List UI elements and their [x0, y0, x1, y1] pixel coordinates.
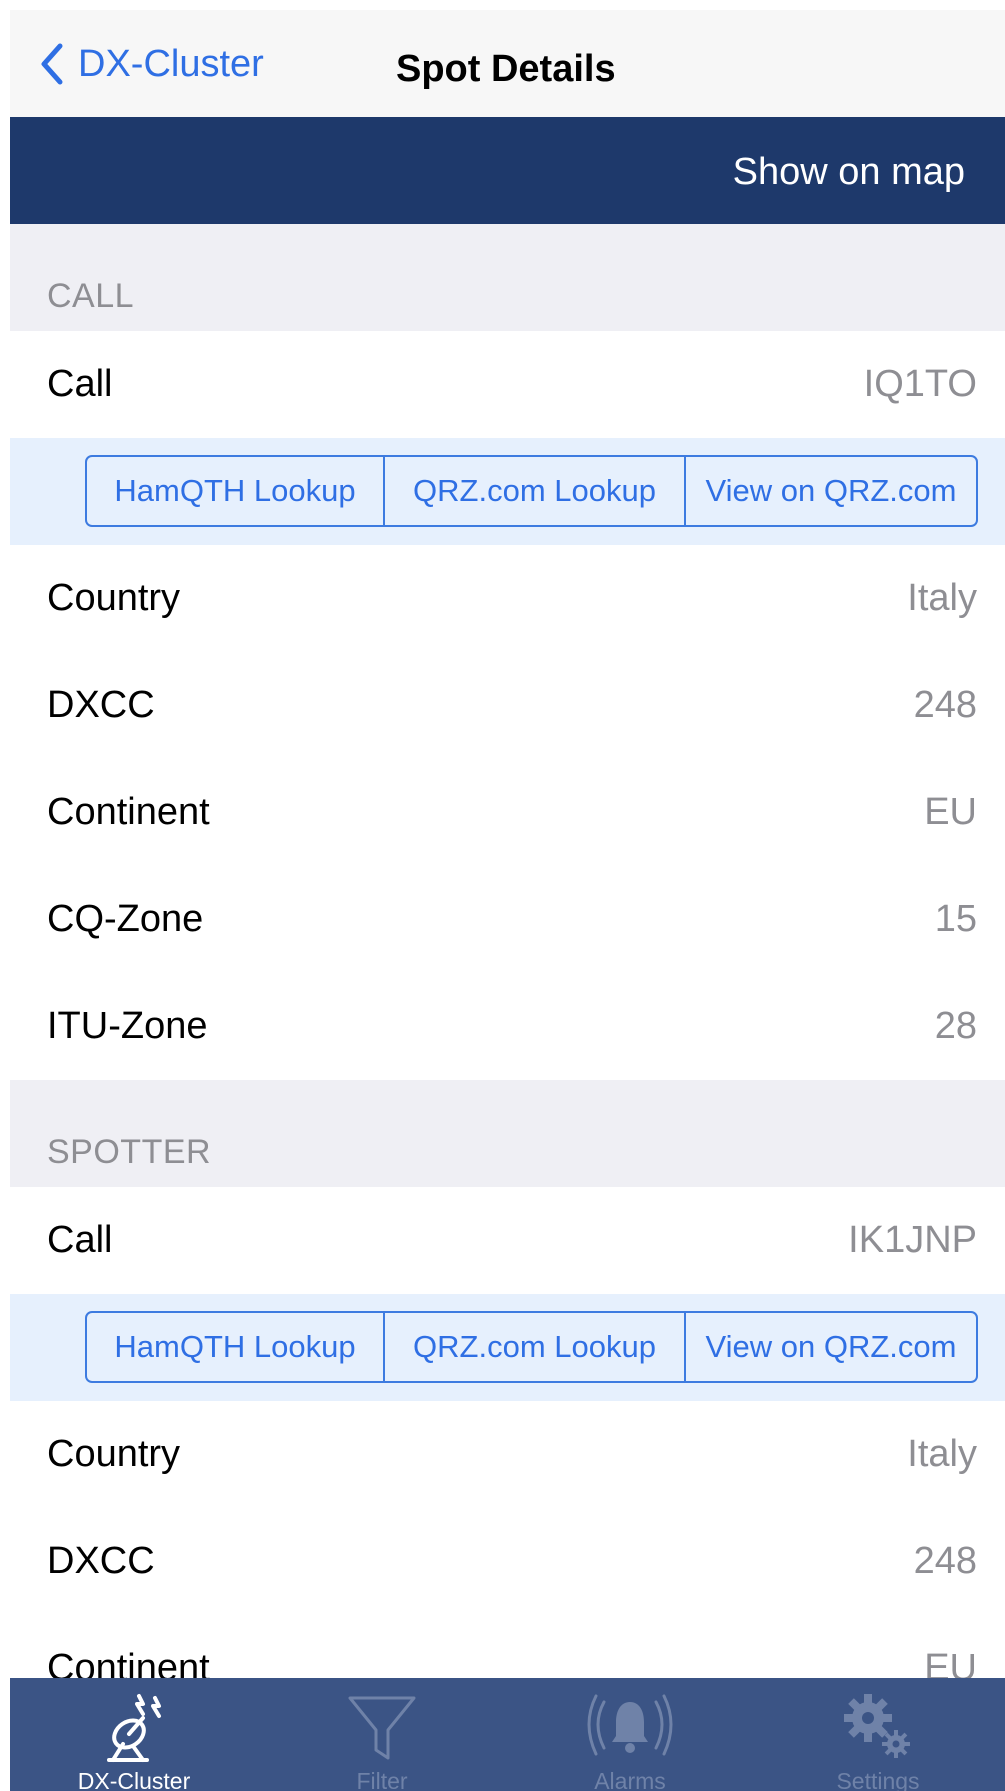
call-row: Call IQ1TO — [10, 331, 1005, 438]
row-value: 15 — [934, 898, 977, 940]
lookup-segmented-control: HamQTH Lookup QRZ.com Lookup View on QRZ… — [85, 455, 978, 527]
country-row: Country Italy — [10, 545, 1005, 652]
back-button[interactable]: DX-Cluster — [38, 42, 264, 86]
row-value: 248 — [913, 684, 977, 726]
section-header-label: CALL — [47, 277, 135, 315]
tab-alarms[interactable]: Alarms — [506, 1678, 754, 1791]
tab-settings[interactable]: Settings — [754, 1678, 1002, 1791]
row-value: Italy — [907, 577, 977, 619]
app-frame: DX-Cluster Spot Details Show on map CALL… — [10, 10, 1005, 1791]
row-value: 248 — [913, 1540, 977, 1582]
qrz-lookup-button[interactable]: QRZ.com Lookup — [383, 457, 684, 525]
section-header-label: SPOTTER — [47, 1133, 212, 1171]
row-label: DXCC — [47, 684, 155, 726]
tab-label: Filter — [356, 1768, 408, 1791]
tab-filter[interactable]: Filter — [258, 1678, 506, 1791]
alarm-bell-icon — [587, 1694, 673, 1756]
chevron-left-icon — [41, 43, 63, 85]
section-header-spotter: SPOTTER — [10, 1080, 1005, 1187]
hamqth-lookup-button[interactable]: HamQTH Lookup — [87, 457, 383, 525]
show-on-map-bar: Show on map — [10, 117, 1005, 224]
back-button-label: DX-Cluster — [78, 42, 264, 85]
navigation-bar: DX-Cluster Spot Details — [10, 10, 1005, 117]
tab-label: Settings — [836, 1768, 920, 1791]
tab-bar: DX-Cluster Filter Alarms Settings — [10, 1678, 1005, 1791]
gears-icon — [844, 1694, 910, 1758]
row-value: IQ1TO — [863, 363, 977, 405]
row-value: EU — [924, 791, 977, 833]
continent-row: Continent EU — [10, 759, 1005, 866]
spotter-call-row: Call IK1JNP — [10, 1187, 1005, 1294]
spotter-lookup-row: HamQTH Lookup QRZ.com Lookup View on QRZ… — [10, 1294, 1005, 1401]
filter-icon — [348, 1696, 416, 1760]
row-value: IK1JNP — [848, 1219, 977, 1261]
spotter-country-row: Country Italy — [10, 1401, 1005, 1508]
cq-zone-row: CQ-Zone 15 — [10, 866, 1005, 973]
tab-label: Alarms — [594, 1768, 666, 1791]
hamqth-lookup-button[interactable]: HamQTH Lookup — [87, 1313, 383, 1381]
tab-dx-cluster[interactable]: DX-Cluster — [10, 1678, 258, 1791]
call-lookup-row: HamQTH Lookup QRZ.com Lookup View on QRZ… — [10, 438, 1005, 545]
tab-label: DX-Cluster — [77, 1768, 191, 1791]
view-on-qrz-button[interactable]: View on QRZ.com — [684, 1313, 976, 1381]
show-on-map-button[interactable]: Show on map — [733, 151, 965, 194]
lookup-segmented-control: HamQTH Lookup QRZ.com Lookup View on QRZ… — [85, 1311, 978, 1383]
section-header-call: CALL — [10, 224, 1005, 331]
qrz-lookup-button[interactable]: QRZ.com Lookup — [383, 1313, 684, 1381]
view-on-qrz-button[interactable]: View on QRZ.com — [684, 457, 976, 525]
itu-zone-row: ITU-Zone 28 — [10, 973, 1005, 1080]
row-label: Country — [47, 577, 181, 619]
spotter-dxcc-row: DXCC 248 — [10, 1508, 1005, 1615]
row-label: Continent — [47, 791, 210, 833]
row-label: DXCC — [47, 1540, 155, 1582]
row-label: ITU-Zone — [47, 1005, 208, 1047]
dx-cluster-icon — [107, 1694, 161, 1762]
row-label: CQ-Zone — [47, 898, 204, 940]
row-label: Country — [47, 1433, 181, 1475]
row-label: Call — [47, 363, 113, 405]
page-title: Spot Details — [396, 48, 616, 90]
dxcc-row: DXCC 248 — [10, 652, 1005, 759]
row-label: Call — [47, 1219, 113, 1261]
row-value: 28 — [934, 1005, 977, 1047]
row-value: Italy — [907, 1433, 977, 1475]
